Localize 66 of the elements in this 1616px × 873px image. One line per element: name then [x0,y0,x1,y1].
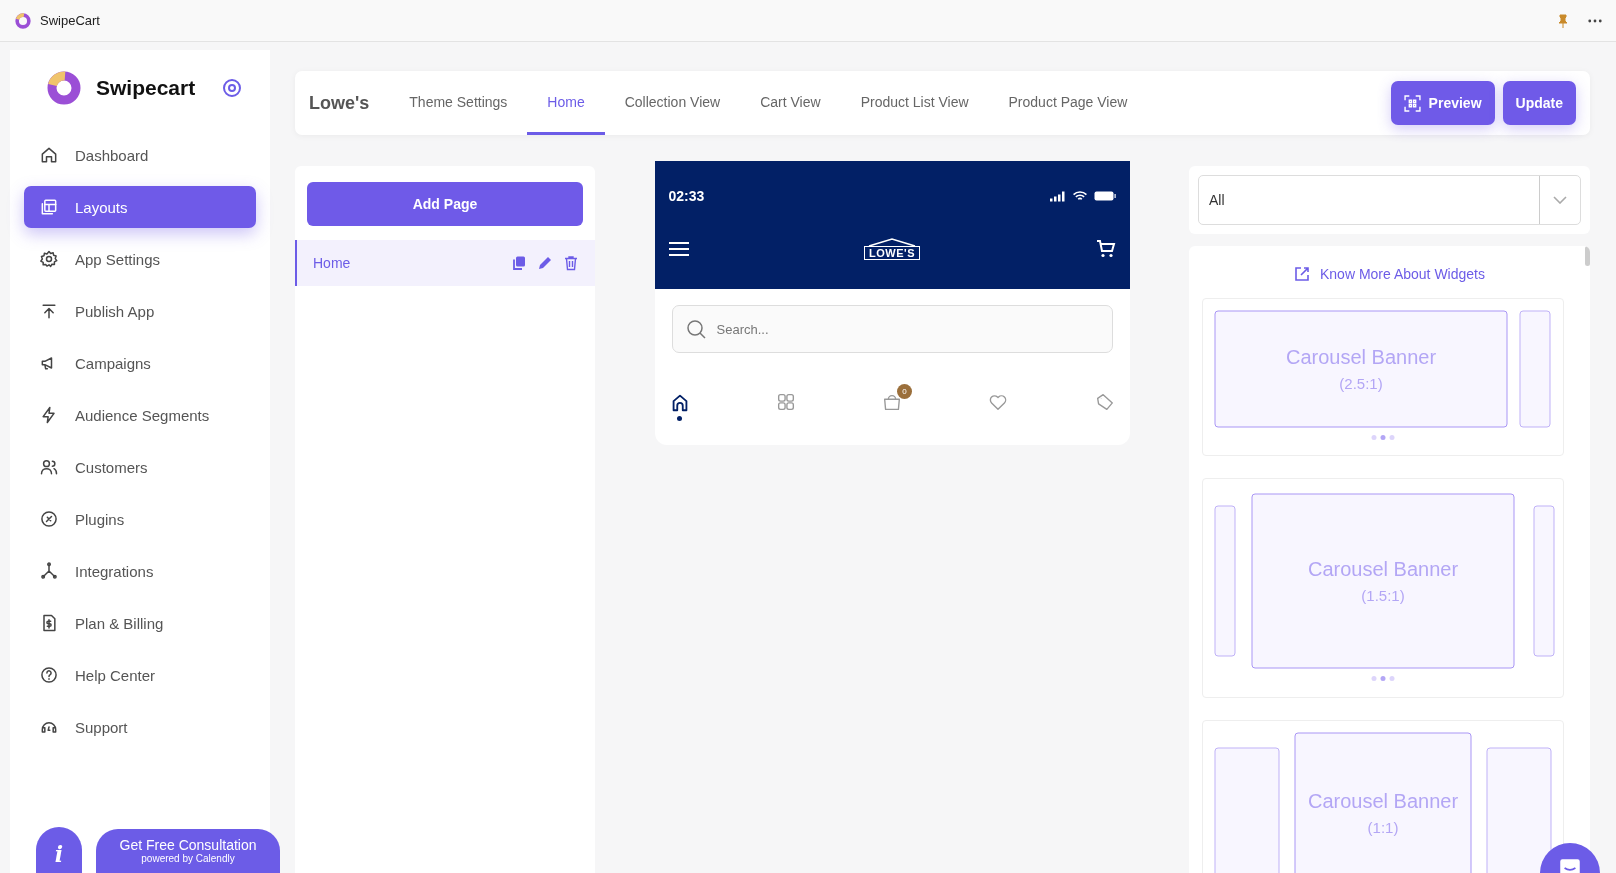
tab[interactable]: Theme Settings [389,71,528,135]
widget-ratio: (1:1) [1367,819,1399,836]
brand-logo-icon [46,70,82,106]
sidebar-item[interactable]: Layouts [24,186,256,228]
status-time: 02:33 [668,188,705,204]
plug-icon [39,509,59,529]
sidebar-item[interactable]: Plan & Billing [24,602,256,644]
scrollbar-thumb[interactable] [1585,246,1590,266]
category-dropdown[interactable]: All [1198,175,1581,225]
wifi-icon [1071,190,1088,202]
store-logo: LOWE'S [864,238,920,260]
edit-icon[interactable] [537,255,553,271]
know-more-link[interactable]: Know More About Widgets [1294,266,1485,282]
widget-ratio: (2.5:1) [1339,375,1383,392]
add-page-button[interactable]: Add Page [307,182,583,226]
info-button[interactable]: i [36,827,83,873]
cart-icon[interactable] [1095,239,1116,259]
help-icon [39,665,59,685]
signal-icon [1049,190,1066,202]
carousel-dots [1371,676,1395,681]
gear-icon [39,249,59,269]
page-name: Home [313,255,351,271]
widget-title: Carousel Banner [1307,790,1459,813]
window-title: SwipeCart [40,13,100,28]
tab[interactable]: Product Page View [988,71,1148,135]
tab[interactable]: Home [527,71,605,135]
carousel-dots [1371,435,1395,440]
menu-icon[interactable] [668,242,689,256]
chevron-down-icon [1553,196,1567,204]
store-name: Lowe's [309,92,370,114]
widget-ratio: (1.5:1) [1361,587,1405,604]
sidebar-item[interactable]: Campaigns [24,342,256,384]
brand-name: Swipecart [96,76,197,100]
sidebar-item[interactable]: Support [24,706,256,748]
sidebar-item[interactable]: Publish App [24,290,256,332]
sidebar-item[interactable]: Dashboard [24,134,256,176]
search-field[interactable]: Search... [671,305,1113,353]
search-icon [685,319,706,339]
update-button[interactable]: Update [1502,81,1576,125]
nodes-icon [39,561,59,581]
target-icon[interactable] [222,78,242,98]
battery-icon [1093,191,1116,201]
sidebar-item[interactable]: Audience Segments [24,394,256,436]
sidebar-item[interactable]: Integrations [24,550,256,592]
sidebar-item[interactable]: App Settings [24,238,256,280]
sidebar-item[interactable]: Help Center [24,654,256,696]
sidebar-item[interactable]: Plugins [24,498,256,540]
widget-title: Carousel Banner [1307,558,1459,581]
delete-icon[interactable] [563,255,579,271]
preview-button[interactable]: Preview [1390,81,1495,125]
cart-count-badge: 0 [897,384,912,399]
users-icon [39,457,59,477]
widget-title: Carousel Banner [1285,346,1437,369]
tab[interactable]: Cart View [740,71,841,135]
home-icon [39,145,59,165]
copy-icon[interactable] [511,255,527,271]
app-logo-icon [14,11,32,30]
page-item[interactable]: Home [295,240,595,286]
tab[interactable]: Collection View [604,71,741,135]
layouts-icon [39,197,59,217]
sidebar-item[interactable]: Customers [24,446,256,488]
pin-icon[interactable] [1556,13,1570,28]
qr-code-icon [1403,94,1421,112]
external-link-icon [1294,266,1310,282]
consultation-button[interactable]: Get Free Consultation powered by Calendly [96,829,280,873]
tab[interactable]: Product List View [840,71,989,135]
